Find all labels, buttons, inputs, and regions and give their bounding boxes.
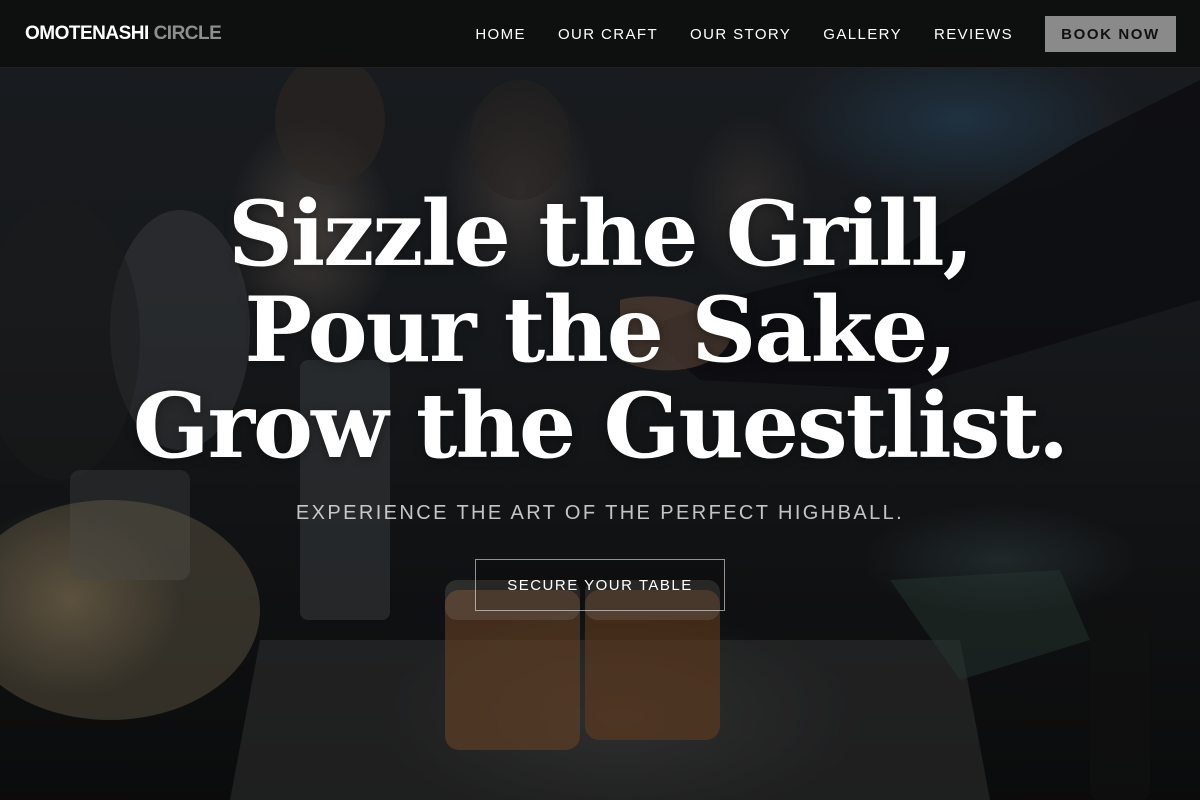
nav-link-our-craft[interactable]: OUR CRAFT xyxy=(558,26,658,43)
site-navbar: OMOTENASHI CIRCLE HOME OUR CRAFT OUR STO… xyxy=(0,0,1200,68)
nav-link-our-story[interactable]: OUR STORY xyxy=(690,26,791,43)
hero-subtitle: EXPERIENCE THE ART OF THE PERFECT HIGHBA… xyxy=(295,502,905,524)
hero-headline-line-1: Sizzle the Grill, xyxy=(228,181,974,287)
hero-headline: Sizzle the Grill, Pour the Sake, Grow th… xyxy=(0,186,1200,474)
landing-page: OMOTENASHI CIRCLE HOME OUR CRAFT OUR STO… xyxy=(0,0,1200,800)
nav-link-gallery[interactable]: GALLERY xyxy=(823,26,902,43)
hero-headline-line-2: Pour the Sake, xyxy=(244,277,957,383)
nav-link-reviews[interactable]: REVIEWS xyxy=(934,26,1013,43)
nav-link-home[interactable]: HOME xyxy=(475,26,526,43)
hero-cta-wrapper: SECURE YOUR TABLE xyxy=(0,559,1200,611)
brand-name-primary: OMOTENASHI xyxy=(25,23,149,44)
brand-name-secondary: CIRCLE xyxy=(153,23,222,44)
hero-section: Sizzle the Grill, Pour the Sake, Grow th… xyxy=(0,186,1200,611)
hero-headline-line-3: Grow the Guestlist. xyxy=(132,373,1069,479)
secure-table-button[interactable]: SECURE YOUR TABLE xyxy=(475,559,725,611)
book-now-button[interactable]: BOOK NOW xyxy=(1045,16,1176,52)
brand-logo[interactable]: OMOTENASHI CIRCLE xyxy=(25,23,222,45)
main-nav: HOME OUR CRAFT OUR STORY GALLERY REVIEWS xyxy=(475,0,1013,68)
